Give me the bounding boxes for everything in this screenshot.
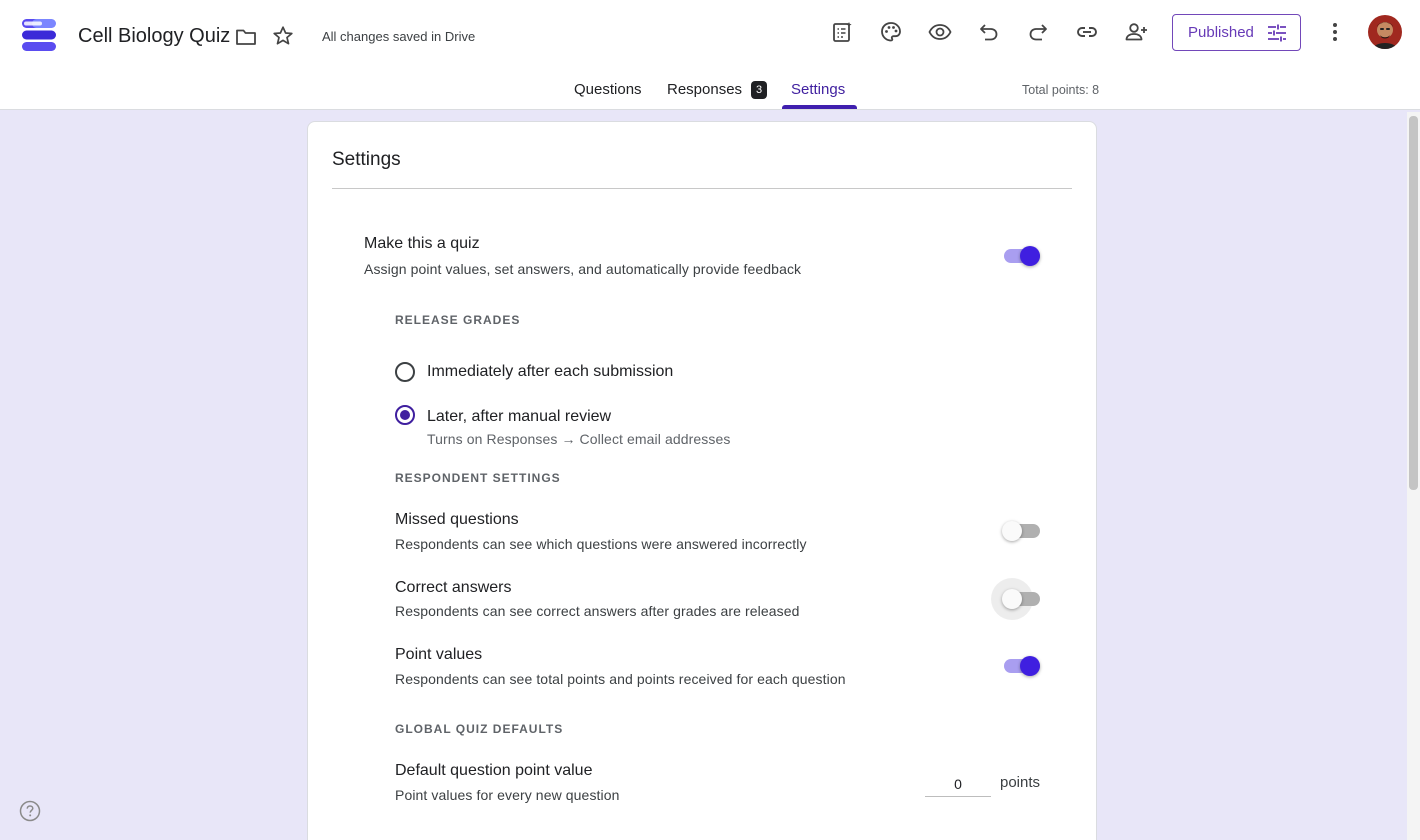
quiz-toggle-subtitle: Assign point values, set answers, and au… [364, 261, 802, 277]
forms-logo-icon[interactable] [22, 18, 56, 52]
missed-questions-toggle[interactable] [1002, 519, 1042, 543]
divider [332, 188, 1072, 189]
radio-later-note: Turns on Responses → Collect email addre… [427, 431, 731, 447]
scrollbar-thumb[interactable] [1409, 116, 1418, 490]
help-icon[interactable] [19, 800, 41, 822]
more-vert-icon[interactable] [1323, 20, 1347, 44]
folder-icon[interactable] [234, 25, 258, 49]
make-quiz-toggle[interactable] [1002, 244, 1042, 268]
toggle-knob [1020, 246, 1040, 266]
add-collaborator-icon[interactable] [1124, 20, 1148, 44]
total-points: Total points: 8 [1022, 83, 1100, 97]
customize-quiz-icon[interactable] [830, 20, 854, 44]
missed-questions-subtitle: Respondents can see which questions were… [395, 536, 807, 552]
link-icon[interactable] [1075, 20, 1099, 44]
global-quiz-defaults-label: GLOBAL QUIZ DEFAULTS [395, 722, 564, 736]
radio-immediately-label[interactable]: Immediately after each submission [427, 363, 673, 381]
missed-questions-title: Missed questions [395, 511, 519, 528]
avatar[interactable] [1368, 15, 1402, 49]
settings-title: Settings [332, 149, 401, 170]
tab-responses[interactable]: Responses [667, 81, 742, 98]
active-tab-indicator [782, 105, 857, 109]
toggle-knob [1020, 656, 1040, 676]
palette-icon[interactable] [879, 20, 903, 44]
toggle-knob [1002, 589, 1022, 609]
form-title[interactable]: Cell Biology Quiz [78, 25, 230, 48]
default-point-value-title: Default question point value [395, 762, 593, 779]
tune-icon [1268, 24, 1286, 42]
radio-later-label[interactable]: Later, after manual review [427, 408, 611, 426]
vertical-scrollbar[interactable] [1407, 112, 1420, 840]
responses-count-badge: 3 [751, 81, 767, 99]
point-values-subtitle: Respondents can see total points and poi… [395, 671, 846, 687]
preview-eye-icon[interactable] [928, 20, 952, 44]
save-status: All changes saved in Drive [322, 29, 476, 44]
default-point-value-subtitle: Point values for every new question [395, 787, 620, 803]
release-grades-label: RELEASE GRADES [395, 313, 521, 327]
correct-answers-title: Correct answers [395, 579, 512, 596]
radio-later-manual-review[interactable] [395, 405, 415, 425]
point-values-title: Point values [395, 646, 483, 663]
toggle-knob [1002, 521, 1022, 541]
default-points-input[interactable] [925, 771, 991, 797]
correct-answers-subtitle: Respondents can see correct answers afte… [395, 603, 800, 619]
published-label: Published [1188, 24, 1254, 41]
star-icon[interactable] [271, 24, 295, 48]
redo-icon[interactable] [1026, 20, 1050, 44]
published-button[interactable]: Published [1172, 14, 1301, 51]
quiz-toggle-title: Make this a quiz [364, 235, 480, 252]
points-unit-label: points [1000, 774, 1041, 791]
respondent-settings-label: RESPONDENT SETTINGS [395, 471, 561, 485]
tab-questions[interactable]: Questions [574, 81, 642, 98]
radio-immediately[interactable] [395, 362, 415, 382]
tab-settings[interactable]: Settings [791, 81, 845, 98]
settings-card: Settings Make this a quiz Assign point v… [307, 121, 1097, 840]
correct-answers-toggle[interactable] [1002, 587, 1042, 611]
app-header: Cell Biology Quiz All changes saved in D… [0, 0, 1420, 110]
point-values-toggle[interactable] [1002, 654, 1042, 678]
undo-icon[interactable] [977, 20, 1001, 44]
